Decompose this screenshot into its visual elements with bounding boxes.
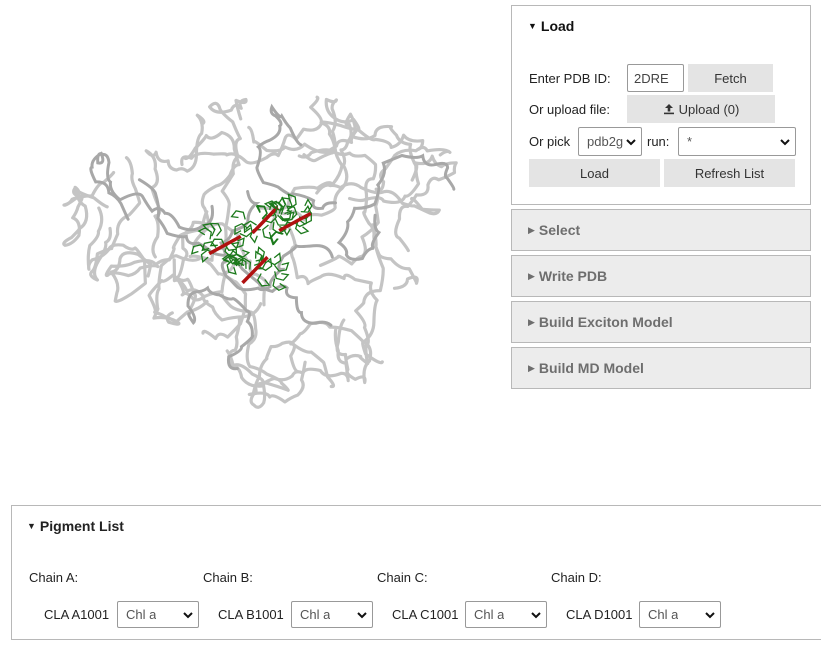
load-panel-header[interactable]: ▼ Load (512, 6, 810, 46)
pdb-id-input[interactable] (627, 64, 684, 92)
molecule-viewer[interactable] (0, 0, 505, 470)
write-pdb-panel-title: Write PDB (538, 268, 608, 284)
run-value: * (687, 134, 693, 149)
caret-right-icon: ▶ (528, 224, 535, 235)
chain-a-group: Chain A: CLA A1001 Chl a (29, 570, 199, 628)
write-pdb-panel[interactable]: ▶ Write PDB (511, 255, 811, 297)
pick-label: Or pick (529, 134, 571, 149)
run-label: run: (647, 134, 670, 149)
md-model-panel-header[interactable]: ▶ Build MD Model (512, 348, 810, 388)
chain-b-label: Chain B: (203, 570, 253, 585)
select-panel-header[interactable]: ▶ Select (512, 210, 810, 250)
pigment-list-title: Pigment List (39, 518, 124, 534)
chevron-down-icon (626, 138, 636, 145)
chain-b-pigment-value: Chl a (300, 607, 331, 622)
chain-c-residue: CLA C1001 (392, 607, 459, 622)
caret-right-icon: ▶ (528, 270, 535, 281)
protein-ribbon-segment (336, 153, 456, 261)
chain-a-pigment-select[interactable]: Chl a (117, 601, 199, 628)
write-pdb-panel-header[interactable]: ▶ Write PDB (512, 256, 810, 296)
pdb-pick-select[interactable]: pdb2g (578, 127, 642, 156)
chain-b-residue: CLA B1001 (218, 607, 284, 622)
run-select[interactable]: * (678, 127, 796, 156)
upload-button[interactable]: Upload (0) (627, 95, 775, 123)
chain-d-label: Chain D: (551, 570, 602, 585)
chevron-down-icon (705, 611, 715, 618)
exciton-model-panel-header[interactable]: ▶ Build Exciton Model (512, 302, 810, 342)
upload-icon (663, 104, 674, 115)
pigment-molecule (230, 196, 295, 244)
pdb-id-label: Enter PDB ID: (529, 70, 611, 86)
pdb-pick-value: pdb2g (587, 134, 624, 149)
exciton-model-panel[interactable]: ▶ Build Exciton Model (511, 301, 811, 343)
pigment-list-header[interactable]: ▼ Pigment List (27, 518, 124, 534)
chain-c-pigment-value: Chl a (474, 607, 505, 622)
chain-c-pigment-select[interactable]: Chl a (465, 601, 547, 628)
load-panel: ▼ Load Enter PDB ID: Fetch Or upload fil… (511, 5, 811, 205)
upload-button-label: Upload (0) (678, 101, 740, 117)
upload-file-label: Or upload file: (529, 101, 610, 117)
chain-b-pigment-select[interactable]: Chl a (291, 601, 373, 628)
caret-down-icon: ▼ (528, 21, 537, 31)
chain-a-label: Chain A: (29, 570, 79, 585)
fetch-button[interactable]: Fetch (688, 64, 773, 92)
exciton-model-panel-title: Build Exciton Model (538, 314, 673, 330)
load-panel-title: Load (540, 18, 575, 34)
caret-right-icon: ▶ (528, 316, 535, 327)
select-panel[interactable]: ▶ Select (511, 209, 811, 251)
pigment-list-panel: ▼ Pigment List Chain A: CLA A1001 Chl a … (11, 505, 821, 640)
chain-c-label: Chain C: (377, 570, 428, 585)
chain-a-residue: CLA A1001 (44, 607, 110, 622)
chevron-down-icon (357, 611, 367, 618)
chevron-down-icon (531, 611, 541, 618)
refresh-list-button[interactable]: Refresh List (664, 159, 795, 187)
chain-d-group: Chain D: CLA D1001 Chl a (551, 570, 721, 628)
md-model-panel[interactable]: ▶ Build MD Model (511, 347, 811, 389)
md-model-panel-title: Build MD Model (538, 360, 644, 376)
chain-c-group: Chain C: CLA C1001 Chl a (377, 570, 547, 628)
caret-right-icon: ▶ (528, 362, 535, 373)
chain-b-group: Chain B: CLA B1001 Chl a (203, 570, 373, 628)
caret-down-icon: ▼ (27, 521, 36, 531)
chain-d-pigment-value: Chl a (648, 607, 679, 622)
chain-a-pigment-value: Chl a (126, 607, 157, 622)
chain-d-residue: CLA D1001 (566, 607, 633, 622)
load-button[interactable]: Load (529, 159, 660, 187)
chevron-down-icon (780, 138, 790, 145)
chain-d-pigment-select[interactable]: Chl a (639, 601, 721, 628)
select-panel-title: Select (538, 222, 581, 238)
chevron-down-icon (183, 611, 193, 618)
